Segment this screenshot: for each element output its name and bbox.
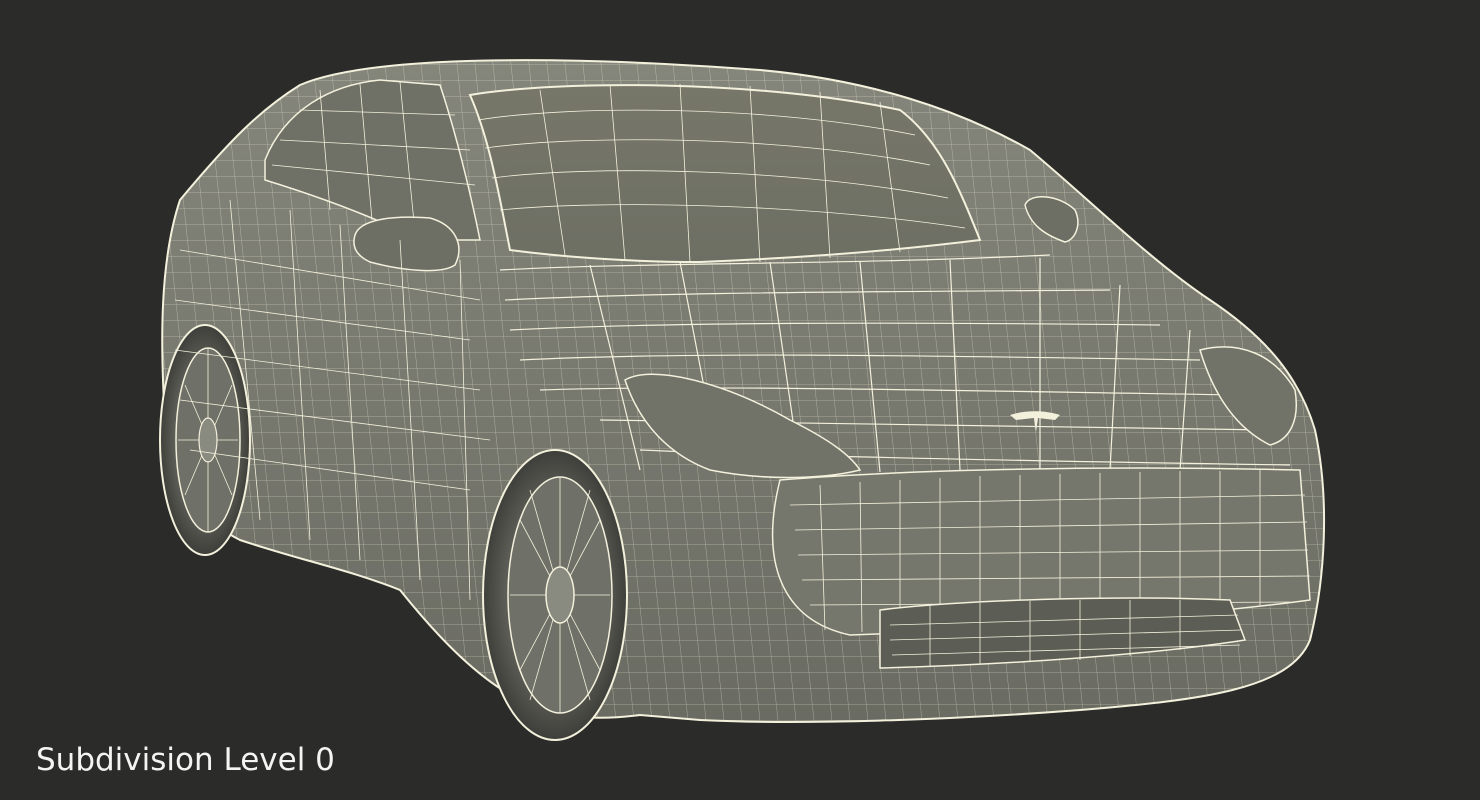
front-wheel	[482, 449, 628, 741]
caption-label: Subdivision Level 0	[36, 742, 335, 778]
car-wireframe-render	[159, 59, 1326, 741]
rear-wheel	[159, 324, 251, 556]
viewport: Subdivision Level 0	[0, 0, 1480, 800]
side-mirror-left	[353, 216, 460, 272]
